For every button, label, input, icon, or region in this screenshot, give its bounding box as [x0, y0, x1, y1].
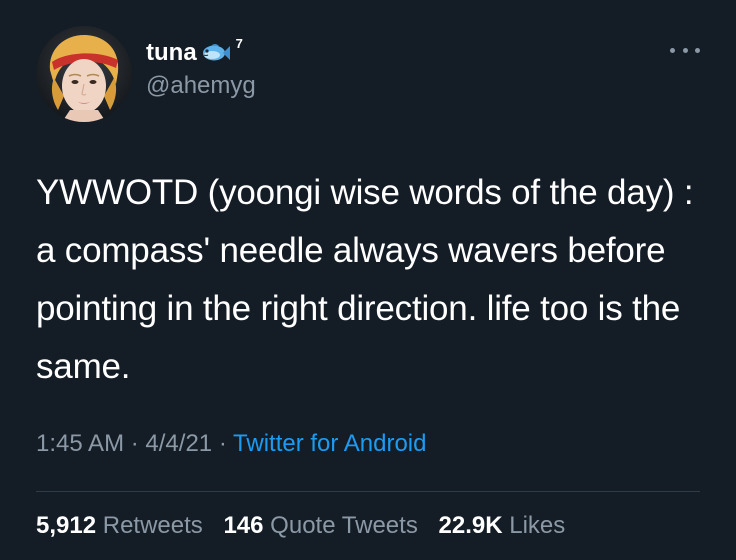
author-handle[interactable]: @ahemyg: [146, 72, 256, 100]
author-name-row[interactable]: tuna 7: [146, 36, 243, 70]
more-dot: [682, 47, 688, 53]
tweet-date[interactable]: 4/4/21: [145, 430, 212, 457]
tweet-source-link[interactable]: Twitter for Android: [233, 430, 426, 457]
likes-stat[interactable]: 22.9K Likes: [439, 512, 566, 539]
retweets-stat[interactable]: 5,912 Retweets: [36, 512, 203, 539]
name-superscript: 7: [235, 35, 243, 51]
tweet-stats: 5,912 Retweets 146 Quote Tweets 22.9K Li…: [36, 512, 579, 540]
meta-separator: ·: [218, 430, 227, 457]
display-name[interactable]: tuna: [146, 39, 197, 67]
more-dot: [695, 47, 700, 53]
quote-tweets-label: Quote Tweets: [270, 512, 418, 539]
avatar-image: [36, 26, 132, 122]
tweet-meta: 1:45 AM · 4/4/21 · Twitter for Android: [36, 430, 426, 458]
avatar[interactable]: [36, 26, 132, 122]
quote-tweets-count: 146: [223, 512, 264, 539]
fish-icon: [201, 42, 231, 64]
tweet-time[interactable]: 1:45 AM: [36, 430, 124, 457]
tweet-card: tuna 7 @ahemyg YWWOTD (yoongi wise words…: [0, 0, 736, 560]
tweet-text: YWWOTD (yoongi wise words of the day) : …: [36, 173, 694, 386]
likes-count: 22.9K: [438, 512, 503, 539]
divider: [36, 491, 700, 492]
retweets-label: Retweets: [102, 512, 203, 539]
retweets-count: 5,912: [36, 512, 97, 539]
more-dot: [670, 47, 675, 53]
quote-tweets-stat[interactable]: 146 Quote Tweets: [223, 512, 417, 539]
likes-label: Likes: [509, 512, 566, 539]
more-options-icon[interactable]: [670, 40, 700, 60]
meta-separator: ·: [130, 430, 139, 457]
